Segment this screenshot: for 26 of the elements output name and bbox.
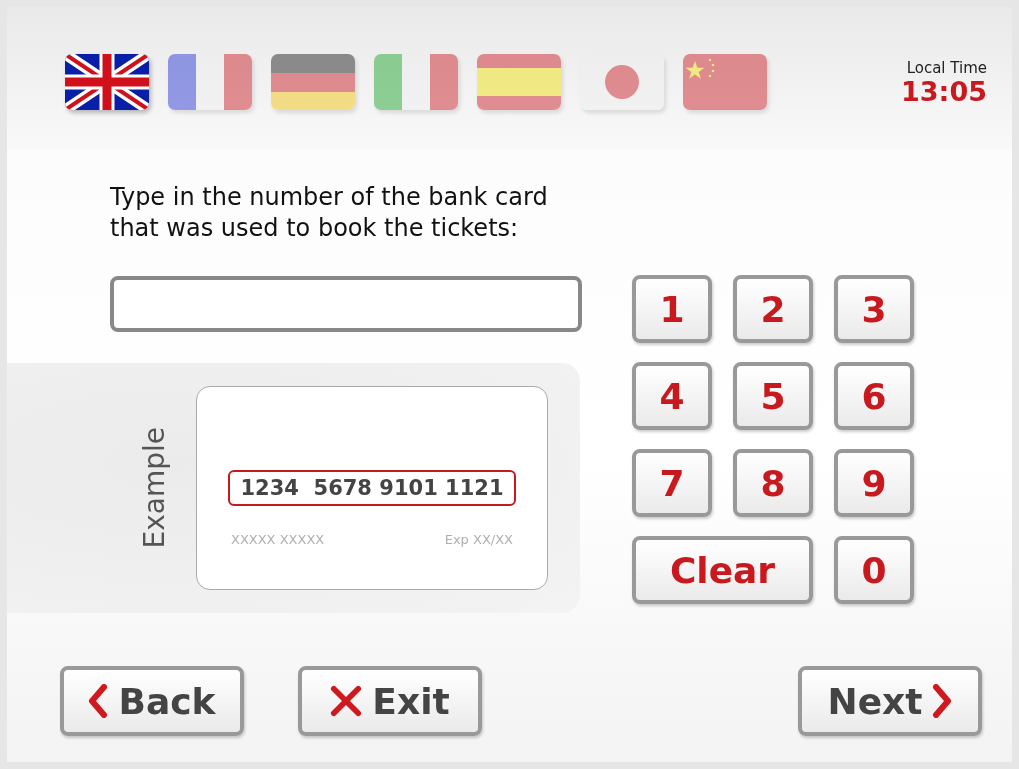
keypad-key[interactable]: 5	[733, 362, 813, 430]
flag-button[interactable]	[65, 54, 149, 110]
card-number-field[interactable]	[110, 276, 582, 332]
card-number: 1234 5678 9101 1121	[228, 470, 516, 506]
keypad-key[interactable]: 6	[834, 362, 914, 430]
keypad-key[interactable]: 9	[834, 449, 914, 517]
close-icon	[330, 685, 363, 717]
keypad-key[interactable]: 0	[834, 536, 914, 604]
exit-button[interactable]: Exit	[298, 666, 482, 736]
clear-button[interactable]: Clear	[632, 536, 813, 604]
keypad-key[interactable]: 8	[733, 449, 813, 517]
instruction-text: Type in the number of the bank card that was used to book the tickets:	[110, 182, 548, 244]
cardholder-text: XXXXX XXXXX	[231, 532, 325, 547]
chevron-right-icon	[932, 684, 953, 718]
expiry-text: Exp XX/XX	[444, 532, 513, 547]
clock-label: Local Time	[906, 59, 987, 77]
next-button[interactable]: Next	[798, 666, 982, 736]
back-button[interactable]: Back	[60, 666, 244, 736]
keypad-key[interactable]: 7	[632, 449, 712, 517]
keypad-key[interactable]: 1	[632, 275, 712, 343]
keypad-key[interactable]: 4	[632, 362, 712, 430]
keypad-key[interactable]: 3	[834, 275, 914, 343]
chevron-left-icon	[88, 684, 109, 718]
example-label: Example	[138, 427, 172, 549]
clock-time: 13:05	[901, 77, 987, 107]
keypad-key[interactable]: 2	[733, 275, 813, 343]
